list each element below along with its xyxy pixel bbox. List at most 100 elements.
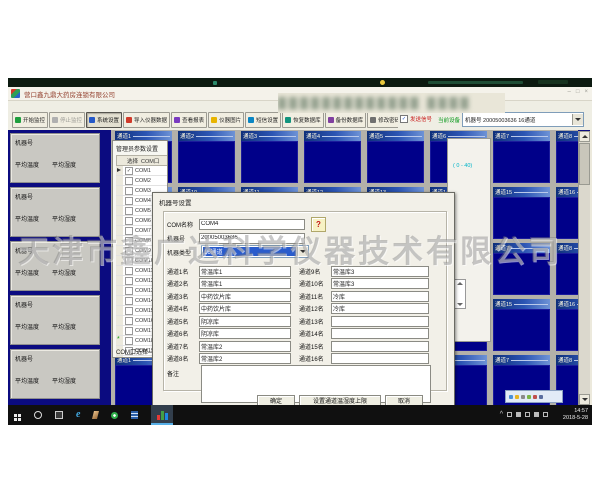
com-checkbox[interactable] — [125, 187, 133, 195]
channel-header: 通道15 — [493, 187, 550, 197]
taskbar-clock[interactable]: 14:57 2018-5-28 — [563, 408, 588, 422]
toolbar-button-backup-db[interactable]: 备份数据库 — [325, 112, 367, 128]
channel-name-input[interactable] — [331, 303, 429, 314]
toolbar-button-view-report[interactable]: 查看报表 — [171, 112, 207, 128]
scrollbar-thumb[interactable] — [579, 143, 590, 185]
channel-name-input[interactable] — [331, 328, 429, 339]
channel-header: 通道7 — [493, 355, 550, 365]
action-center-icon[interactable] — [543, 412, 548, 417]
green-app-icon[interactable] — [111, 412, 118, 419]
pen-icon[interactable] — [92, 411, 99, 419]
channel-name-input[interactable] — [199, 278, 291, 289]
send-signal-checkbox[interactable]: ✓ — [400, 115, 408, 123]
channel-fields-right: 通道9名通道10名通道11名通道12名通道13名通道14名通道15名通道16名 — [299, 265, 429, 365]
network-icon[interactable] — [516, 412, 521, 417]
channel-name-input[interactable] — [331, 316, 429, 327]
com-checkbox[interactable] — [125, 207, 133, 215]
ok-button[interactable]: 确定 — [257, 395, 295, 405]
toolbar-button-start-monitor[interactable]: 开始监控 — [12, 112, 48, 128]
channel-cell[interactable]: 通道7 — [493, 131, 550, 183]
channel-cell[interactable]: 通道8 — [556, 131, 578, 183]
channel-name-input[interactable] — [331, 291, 429, 302]
channel-cell[interactable]: 通道5 — [367, 131, 424, 183]
com-row[interactable]: COM2 — [116, 176, 168, 186]
com-checkbox[interactable] — [125, 357, 133, 359]
close-icon[interactable]: × — [584, 89, 588, 95]
scroll-up-icon[interactable] — [457, 282, 463, 285]
device-select[interactable]: 机器号 20005003636 16通道 — [462, 112, 584, 127]
toolbar: 开始监控停止监控系统设置导入仪器数据查看报表仪器图片短信设置恢复数据库 备份数据库… — [12, 112, 398, 128]
channel-cell[interactable]: 通道16 — [556, 299, 578, 351]
com-checkbox[interactable] — [125, 217, 133, 225]
com-checkbox[interactable] — [125, 307, 133, 315]
com-checkbox[interactable] — [125, 177, 133, 185]
channel-cell[interactable]: 通道3 — [241, 131, 298, 183]
set-limits-button[interactable]: 设置通道温湿度上限 — [299, 395, 381, 405]
channel-name-input[interactable] — [331, 278, 429, 289]
toolbar-button-device-photo[interactable]: 仪器图片 — [208, 112, 244, 128]
com-checkbox[interactable] — [125, 327, 133, 335]
com-port-label: COM2 — [135, 178, 151, 184]
channel-name-input[interactable] — [331, 353, 429, 364]
scroll-up-icon[interactable] — [579, 131, 590, 142]
toolbar-button-label: 备份数据库 — [336, 116, 364, 124]
com-checkbox[interactable] — [125, 277, 133, 285]
toolbar-button-change-password[interactable]: 修改密码 — [367, 112, 398, 128]
channel-name-input[interactable] — [199, 341, 291, 352]
maximize-icon[interactable]: □ — [576, 89, 580, 95]
channel-cell[interactable]: 通道4 — [304, 131, 361, 183]
channel-name-input[interactable] — [199, 303, 291, 314]
current-device-label: 当前设备 — [438, 116, 460, 124]
machine-no-label: 机器号 — [15, 300, 99, 309]
com-checkbox[interactable] — [125, 337, 133, 345]
search-icon[interactable] — [34, 411, 42, 419]
com-checkbox[interactable]: ✓ — [125, 167, 133, 175]
minimize-icon[interactable]: – — [568, 89, 571, 95]
com-checkbox[interactable] — [125, 287, 133, 295]
toolbar-button-sms-settings[interactable]: 短信设置 — [245, 112, 281, 128]
device-photo-icon — [211, 117, 217, 123]
channel-header: 通道16 — [556, 299, 578, 309]
channel-name-input[interactable] — [199, 353, 291, 364]
channel-cell[interactable]: 通道15 — [493, 299, 550, 351]
scroll-down-icon[interactable] — [457, 303, 463, 306]
mini-scrollbar[interactable] — [454, 279, 466, 309]
toolbar-button-restore-db[interactable]: 恢复数据库 — [282, 112, 324, 128]
com-checkbox[interactable] — [125, 317, 133, 325]
chevron-down-icon[interactable] — [572, 114, 583, 125]
toolbar-button-stop-monitor[interactable]: 停止监控 — [49, 112, 85, 128]
machine-no-label: 机器号 — [15, 138, 99, 147]
monitor-app-chart-icon[interactable] — [151, 405, 173, 425]
toolbar-button-system-settings[interactable]: 系统设置 — [86, 112, 122, 128]
volume-icon[interactable] — [525, 412, 530, 417]
document-app-icon[interactable] — [131, 411, 138, 419]
tray-app-icon[interactable] — [515, 395, 519, 399]
toolbar-button-import-data[interactable]: 导入仪器数据 — [123, 112, 170, 128]
tray-app-icon[interactable] — [533, 395, 537, 399]
tray-app-icon[interactable] — [509, 395, 513, 399]
tray-app-icon[interactable] — [521, 395, 525, 399]
channel-name-input[interactable] — [199, 328, 291, 339]
task-view-icon[interactable] — [55, 411, 63, 419]
cancel-button[interactable]: 取消 — [385, 395, 423, 405]
channel-name-input[interactable] — [331, 341, 429, 352]
com-checkbox[interactable] — [125, 197, 133, 205]
battery-icon[interactable] — [507, 412, 512, 417]
com-checkbox[interactable] — [125, 297, 133, 305]
channel-name-input[interactable] — [199, 316, 291, 327]
start-icon[interactable] — [14, 414, 17, 417]
com-port-label: COM1 — [135, 168, 151, 174]
channel-name-input[interactable] — [199, 291, 291, 302]
row-marker — [116, 316, 123, 325]
channel-name-label: 通道5名 — [167, 317, 199, 326]
tray-app-icon[interactable] — [539, 395, 543, 399]
edge-icon[interactable]: e — [76, 410, 80, 420]
tray-app-icon[interactable] — [527, 395, 531, 399]
sms-settings-icon — [248, 117, 254, 123]
tray-overflow-icon[interactable]: ^ — [500, 411, 503, 418]
scroll-down-icon[interactable] — [579, 394, 590, 405]
channel-cell[interactable]: 通道2 — [178, 131, 235, 183]
restore-db-icon — [285, 117, 291, 123]
input-method-icon[interactable] — [534, 412, 539, 417]
com-row[interactable]: ✓COM1 — [116, 166, 168, 176]
